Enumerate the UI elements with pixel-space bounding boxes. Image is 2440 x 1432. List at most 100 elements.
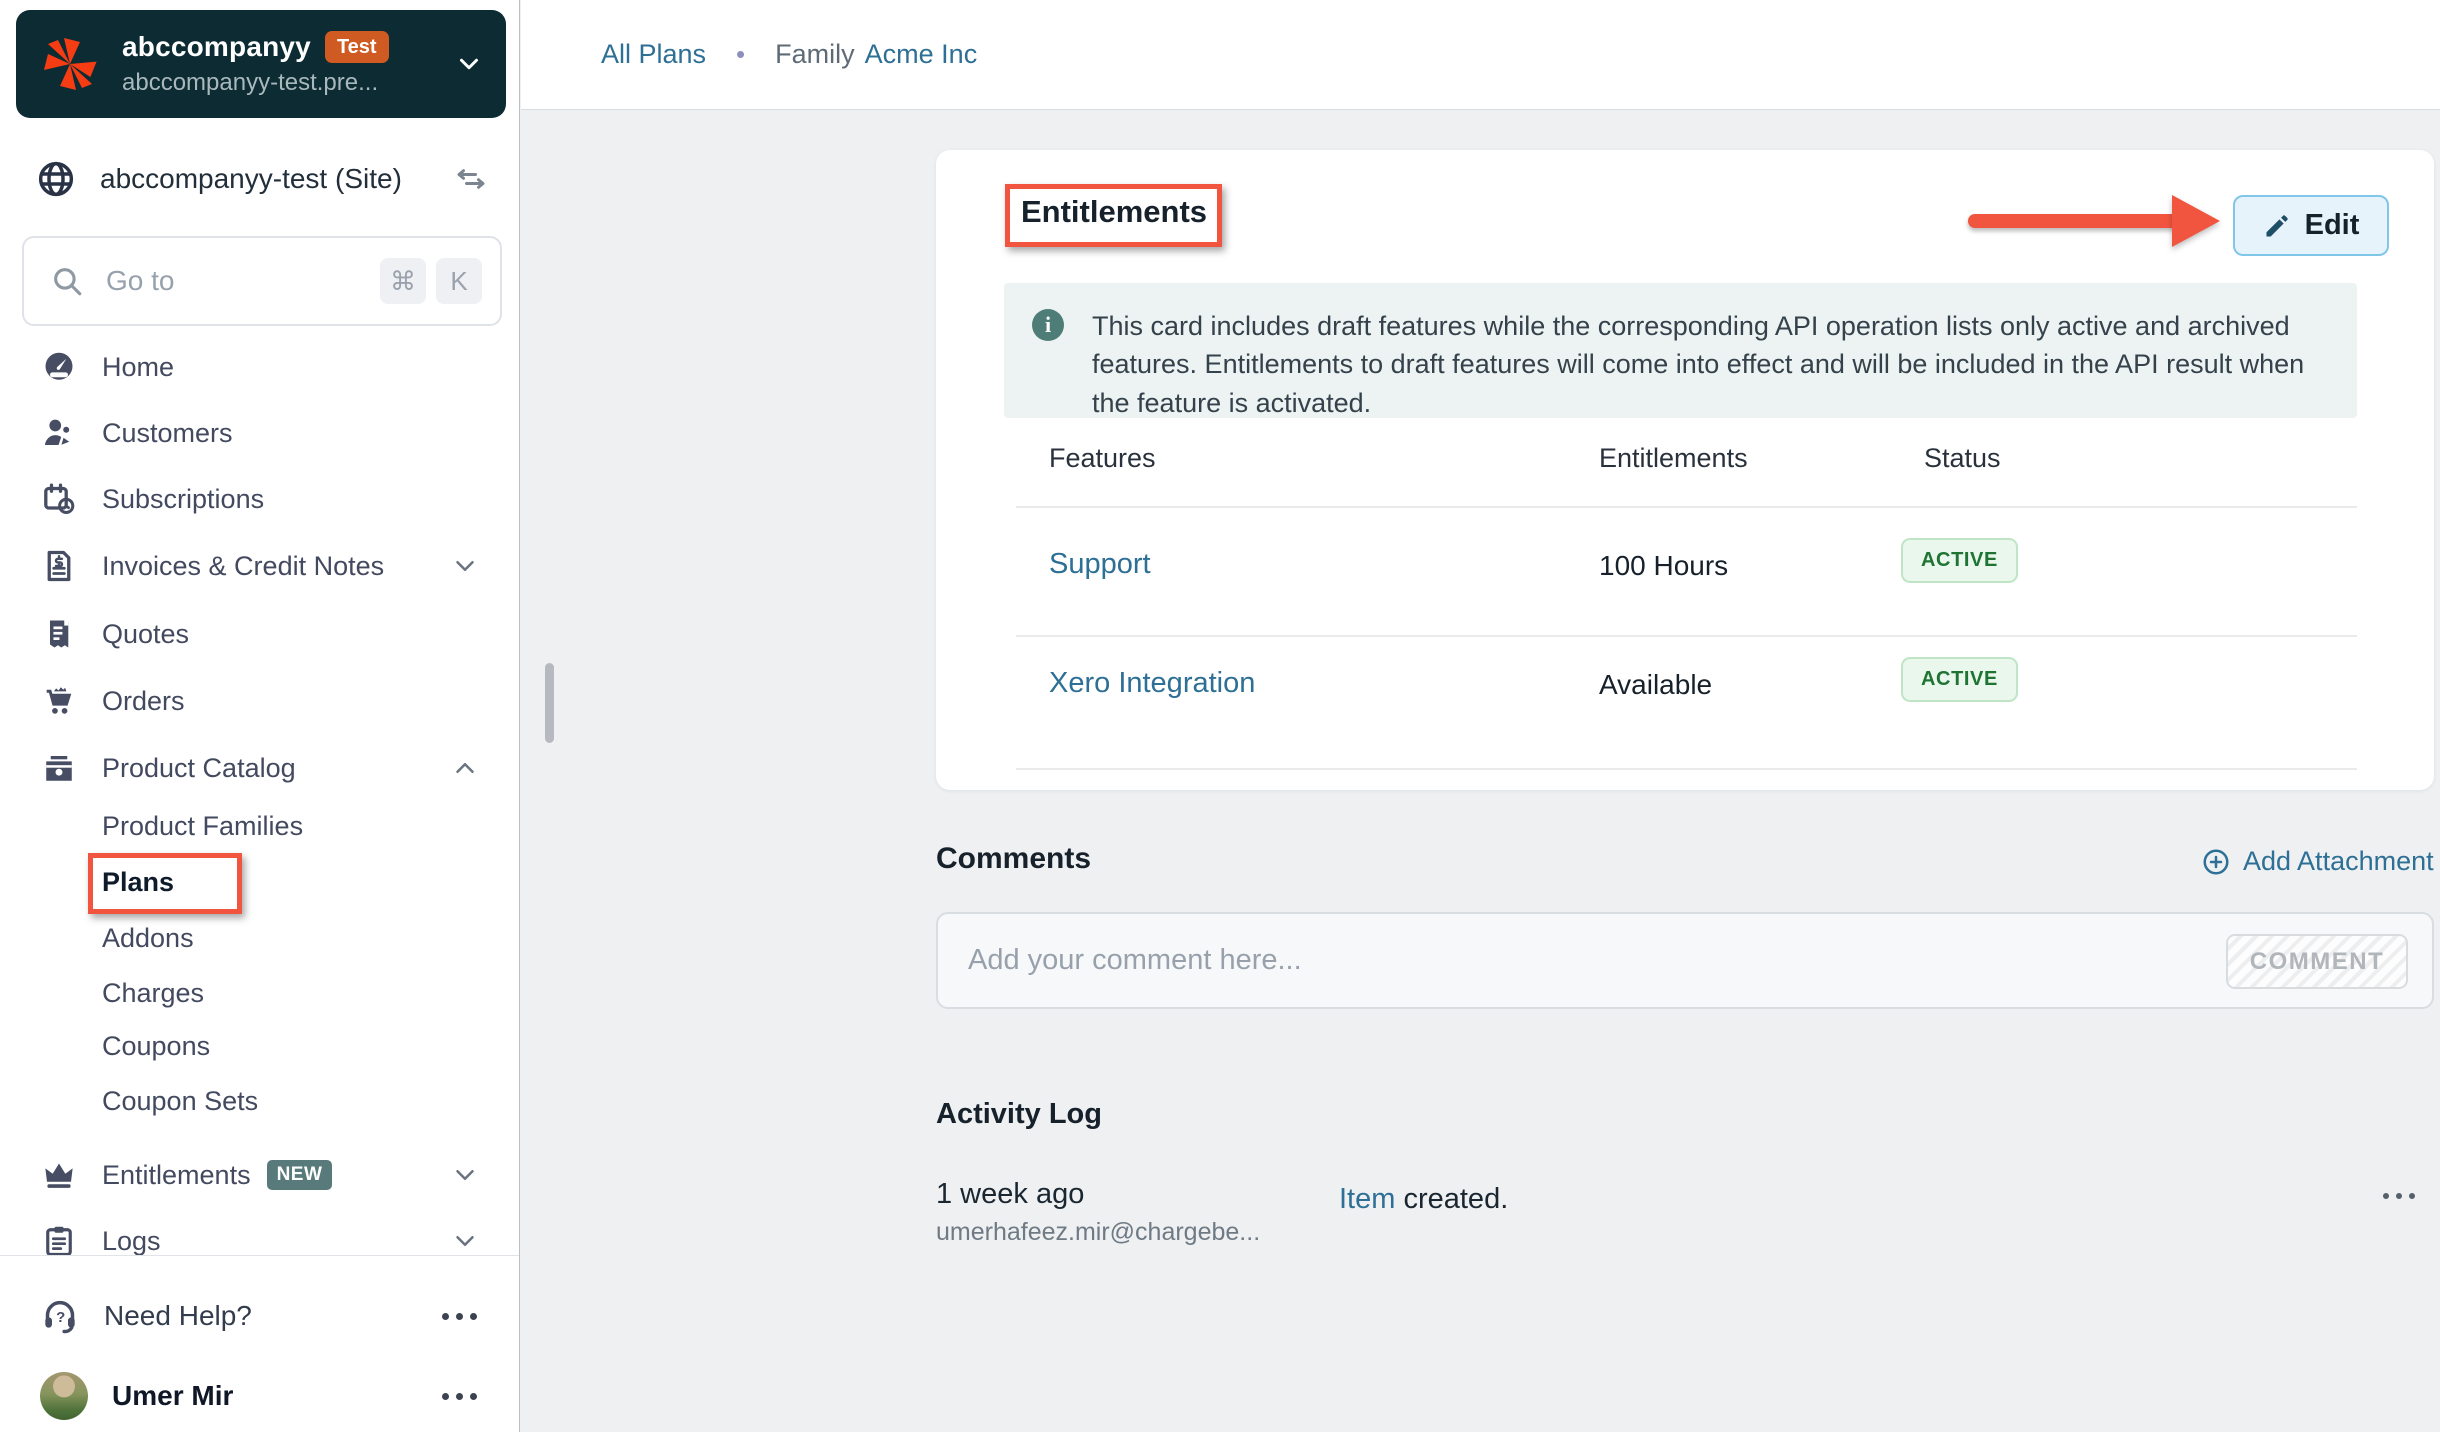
info-banner: i This card includes draft features whil… bbox=[1004, 283, 2357, 418]
sidebar-item-coupon-sets[interactable]: Coupon Sets bbox=[0, 1074, 520, 1128]
org-subdomain: abccompanyy-test.pre... bbox=[122, 69, 379, 96]
sidebar-item-label: Invoices & Credit Notes bbox=[102, 550, 385, 581]
sidebar-item-home[interactable]: Home bbox=[0, 334, 520, 400]
log-action-rest: created. bbox=[1395, 1183, 1509, 1215]
quotes-icon bbox=[40, 615, 78, 653]
orders-icon bbox=[40, 682, 78, 720]
sidebar-item-label: Subscriptions bbox=[102, 483, 265, 514]
sidebar-footer: ? Need Help? Umer Mir bbox=[0, 1255, 519, 1432]
breadcrumb-family-prefix: Family bbox=[775, 39, 855, 69]
sidebar-item-product-catalog[interactable]: Product Catalog bbox=[0, 735, 520, 801]
sidebar-item-subscriptions[interactable]: Subscriptions bbox=[0, 466, 520, 532]
org-switcher[interactable]: abccompanyy Test abccompanyy-test.pre... bbox=[16, 10, 506, 118]
main-area: All Plans • Family Acme Inc Entitlements… bbox=[521, 0, 2440, 1432]
divider bbox=[1016, 506, 2357, 508]
sidebar-item-label: Addons bbox=[102, 922, 194, 953]
sidebar-item-orders[interactable]: Orders bbox=[0, 668, 520, 734]
k-keycap: K bbox=[436, 258, 482, 304]
comments-title: Comments bbox=[936, 842, 1092, 875]
svg-text:?: ? bbox=[56, 1309, 65, 1326]
org-name: abccompanyy bbox=[122, 31, 311, 62]
feature-link[interactable]: Xero Integration bbox=[1049, 667, 1255, 700]
sidebar-item-charges[interactable]: Charges bbox=[0, 966, 520, 1020]
scrollbar-handle[interactable] bbox=[545, 663, 554, 743]
cmd-keycap: ⌘ bbox=[380, 258, 426, 304]
feature-link[interactable]: Support bbox=[1049, 548, 1151, 581]
sidebar-item-invoices[interactable]: Invoices & Credit Notes bbox=[0, 533, 520, 599]
search-placeholder: Go to bbox=[106, 265, 175, 296]
breadcrumb: All Plans • Family Acme Inc bbox=[521, 0, 2440, 110]
sidebar-item-plans[interactable]: Plans bbox=[0, 855, 520, 909]
switch-site-icon[interactable] bbox=[453, 161, 489, 197]
col-status: Status bbox=[1924, 443, 2001, 473]
sidebar-item-coupons[interactable]: Coupons bbox=[0, 1019, 520, 1073]
need-help-button[interactable]: ? Need Help? bbox=[0, 1286, 519, 1346]
breadcrumb-family-link[interactable]: Acme Inc bbox=[865, 39, 978, 70]
breadcrumb-all-plans[interactable]: All Plans bbox=[601, 39, 706, 70]
test-badge: Test bbox=[324, 31, 389, 63]
comment-button[interactable]: COMMENT bbox=[2226, 934, 2408, 989]
sidebar-item-customers[interactable]: Customers bbox=[0, 400, 520, 466]
site-selector[interactable]: abccompanyy-test (Site) bbox=[0, 150, 519, 208]
sidebar-item-label: Orders bbox=[102, 685, 185, 716]
log-time: 1 week ago bbox=[936, 1178, 1085, 1210]
app-root: abccompanyy Test abccompanyy-test.pre...… bbox=[0, 0, 2440, 1432]
invoices-icon bbox=[40, 547, 78, 585]
need-help-label: Need Help? bbox=[104, 1300, 252, 1331]
entitlements-card: Entitlements Edit i This card includes d… bbox=[936, 150, 2434, 790]
pencil-icon bbox=[2266, 214, 2288, 236]
avatar bbox=[40, 1372, 88, 1420]
activity-log-title: Activity Log bbox=[936, 1098, 1102, 1130]
sidebar-item-label: Charges bbox=[102, 977, 205, 1008]
help-more-icon[interactable] bbox=[442, 1312, 477, 1320]
org-text: abccompanyy Test abccompanyy-test.pre... bbox=[122, 31, 444, 97]
headset-icon: ? bbox=[45, 1300, 75, 1334]
product-catalog-icon bbox=[40, 749, 78, 787]
sidebar-item-label: Coupons bbox=[102, 1030, 211, 1061]
log-item-link[interactable]: Item bbox=[1339, 1183, 1395, 1215]
log-more-icon[interactable] bbox=[2383, 1193, 2415, 1199]
sidebar-item-quotes[interactable]: Quotes bbox=[0, 601, 520, 667]
sidebar-item-label: Home bbox=[102, 351, 175, 382]
sidebar-item-label: Customers bbox=[102, 417, 233, 448]
log-actor: umerhafeez.mir@chargebe... bbox=[936, 1218, 1261, 1246]
user-name: Umer Mir bbox=[112, 1380, 234, 1411]
comment-input[interactable] bbox=[968, 914, 2168, 1007]
sidebar-item-product-families[interactable]: Product Families bbox=[0, 799, 520, 853]
sidebar-item-label: Product Catalog bbox=[102, 752, 296, 783]
annotation-arrow bbox=[1968, 214, 2180, 228]
user-more-icon[interactable] bbox=[442, 1392, 477, 1400]
chevron-down-icon bbox=[456, 1236, 474, 1246]
edit-label: Edit bbox=[2304, 209, 2360, 241]
sidebar-item-label: Entitlements bbox=[102, 1159, 251, 1190]
info-banner-text: This card includes draft features while … bbox=[1092, 311, 2305, 418]
annotation-arrow-head bbox=[2172, 195, 2220, 247]
status-badge: ACTIVE bbox=[1901, 657, 2018, 702]
col-features: Features bbox=[1049, 443, 1156, 473]
add-attachment-button[interactable]: Add Attachment bbox=[2201, 846, 2434, 877]
card-title: Entitlements bbox=[1021, 194, 1208, 229]
chevron-down-icon bbox=[460, 58, 478, 70]
new-badge: NEW bbox=[266, 1160, 333, 1190]
sidebar: abccompanyy Test abccompanyy-test.pre...… bbox=[0, 0, 520, 1432]
user-menu[interactable]: Umer Mir bbox=[0, 1366, 519, 1426]
site-name: abccompanyy-test (Site) bbox=[100, 163, 402, 194]
sidebar-item-addons[interactable]: Addons bbox=[0, 911, 520, 965]
log-action: Item created. bbox=[1339, 1183, 1508, 1216]
info-icon: i bbox=[1032, 309, 1064, 341]
add-attachment-label: Add Attachment bbox=[2243, 846, 2434, 876]
sidebar-item-label: Coupon Sets bbox=[102, 1085, 259, 1116]
plus-circle-icon bbox=[2203, 849, 2229, 874]
sidebar-item-label: Quotes bbox=[102, 618, 190, 649]
chevron-down-icon bbox=[456, 561, 474, 571]
goto-search[interactable]: Go to ⌘ K bbox=[22, 236, 502, 326]
divider bbox=[1016, 635, 2357, 637]
comment-box: COMMENT bbox=[936, 912, 2434, 1009]
sidebar-item-label: Plans bbox=[102, 866, 175, 897]
breadcrumb-separator: • bbox=[736, 39, 746, 69]
sidebar-item-entitlements[interactable]: Entitlements NEW bbox=[0, 1142, 520, 1208]
globe-icon bbox=[38, 161, 74, 197]
col-entitlements: Entitlements bbox=[1599, 443, 1748, 473]
search-icon bbox=[54, 268, 82, 296]
edit-button[interactable]: Edit bbox=[2233, 195, 2389, 256]
